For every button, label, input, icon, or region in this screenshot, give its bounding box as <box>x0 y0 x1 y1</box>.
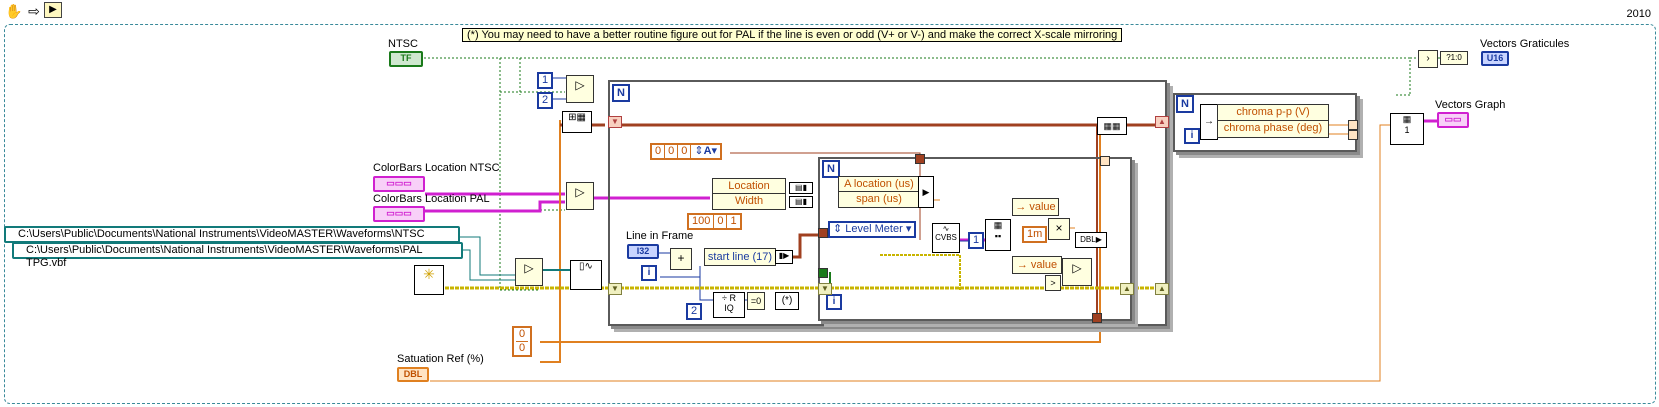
loop-n-right: N <box>1176 95 1194 113</box>
tpg-vi: ✳ <box>414 265 444 295</box>
bundle-a-node: ▶ <box>918 176 934 208</box>
colorbars-ntsc-control[interactable]: ▭▭▭ <box>373 176 425 192</box>
bundle-chroma-phase: chroma phase (deg) <box>1223 122 1323 134</box>
arr-0: 0 <box>714 215 728 228</box>
convert-node-2: ▤▮ <box>789 196 813 208</box>
convert-node-1: ▤▮ <box>789 182 813 194</box>
colorbars-ntsc-label: ColorBars Location NTSC <box>373 162 500 174</box>
tunnel-bottom <box>1092 313 1102 323</box>
loop-i-right: i <box>1184 128 1200 144</box>
value-node-b: → value <box>1012 256 1062 274</box>
shift-register-right: ▲ <box>1155 116 1169 128</box>
colorbars-pal-label: ColorBars Location PAL <box>373 193 490 205</box>
vectors-graph-label: Vectors Graph <box>1435 99 1506 111</box>
const-one[interactable]: 1 <box>537 72 554 89</box>
vectors-graticules-indicator: U16 <box>1481 51 1509 66</box>
multiply-node: × <box>1048 218 1070 240</box>
enum-val-0: 0 <box>652 145 666 158</box>
select-primitive-4: ▷ <box>1062 258 1092 286</box>
vectors-graticules-label: Vectors Graticules <box>1480 38 1570 50</box>
bundle-node-start: ▮▶ <box>775 250 793 264</box>
loop-i-inner: i <box>826 294 842 310</box>
loop-n-outer: N <box>612 84 630 102</box>
select-node: › <box>1418 50 1438 68</box>
select-primitive-1: ▷ <box>566 75 594 103</box>
equal-zero-node: =0 <box>747 292 765 310</box>
bundle-location: Location <box>713 179 785 194</box>
bundle-a-location-span: A location (us) span (us) <box>838 176 920 208</box>
saturation-ref-control[interactable]: DBL <box>397 367 429 382</box>
value-node-a: → value <box>1012 198 1059 216</box>
tunnel-chroma-1 <box>1348 120 1358 130</box>
shift-register-yellow-left: ▼ <box>608 283 622 295</box>
const-two[interactable]: 2 <box>537 92 554 109</box>
index-bundle-node: ▦▦ <box>1097 117 1127 135</box>
enum-constant[interactable]: 0 0 0 ⇕A▾ <box>650 143 723 160</box>
arr-100: 100 <box>689 215 715 228</box>
array-constant-100[interactable]: 100 0 1 <box>687 213 742 230</box>
index-array-node: ▦ ▪▪ <box>985 219 1011 251</box>
build-array-node: ⊞▦ <box>562 111 592 133</box>
vectors-graph-indicator: ▭▭ <box>1437 112 1469 128</box>
bundle-start-line: start line (17) <box>704 248 776 266</box>
inner-sr-left: ▼ <box>818 283 832 295</box>
vectors-graph-vi: ▦ 1 <box>1390 113 1424 145</box>
bundle-a-location: A location (us) <box>839 177 919 192</box>
const-zero-b: 0 <box>519 342 526 354</box>
ntsc-label: NTSC <box>388 38 418 50</box>
level-meter-text: Level Meter <box>845 223 903 235</box>
level-meter-enum[interactable]: ⇕ Level Meter ▾ <box>828 221 917 238</box>
saturation-ref-label: Satuation Ref (%) <box>397 353 484 365</box>
enum-val-1: 0 <box>665 145 679 158</box>
shift-register-yellow-right: ▲ <box>1155 283 1169 295</box>
const-zero-a: 0 <box>516 328 529 342</box>
add-node: + <box>670 248 692 270</box>
unbundle-node: → <box>1200 104 1218 140</box>
path-pal-constant[interactable]: C:\Users\Public\Documents\National Instr… <box>12 242 463 269</box>
value-a-text: value <box>1029 201 1056 213</box>
zero-constant-array[interactable]: 0 0 <box>512 326 533 357</box>
const-one-c[interactable]: 1 <box>968 232 985 249</box>
inner-sr-right: ▲ <box>1120 283 1134 295</box>
enum-select[interactable]: ⇕A▾ <box>691 145 720 158</box>
tunnel-start <box>818 228 828 238</box>
select-primitive-2: ▷ <box>566 182 594 210</box>
bool-to-num: ?1:0 <box>1440 51 1468 65</box>
const-two-b[interactable]: 2 <box>686 303 703 320</box>
loop-i-outer: i <box>641 265 657 281</box>
bundle-width: Width <box>734 195 764 207</box>
value-b-text: value <box>1030 259 1058 271</box>
cvbs-vi: ∿ CVBS <box>932 223 960 253</box>
compare-node: > <box>1045 275 1061 291</box>
path-ntsc-constant[interactable]: C:\Users\Public\Documents\National Instr… <box>4 226 460 253</box>
ntsc-control[interactable]: TF <box>389 51 423 67</box>
colorbars-pal-control[interactable]: ▭▭▭ <box>373 206 425 222</box>
arr-1: 1 <box>730 215 737 227</box>
bundle-span: span (us) <box>856 193 902 205</box>
bundle-chroma: chroma p-p (V) chroma phase (deg) <box>1217 104 1329 138</box>
tunnel-bool <box>818 268 828 278</box>
comment-note: (*) You may need to have a better routin… <box>462 28 1123 42</box>
quotient-remainder-node: ÷ R IQ <box>713 292 745 318</box>
shift-register-left: ▼ <box>608 116 622 128</box>
bundle-chroma-pp: chroma p-p (V) <box>1218 105 1328 121</box>
tunnel-enum <box>915 154 925 164</box>
line-in-frame-control[interactable]: I32 <box>627 244 659 259</box>
enum-val-2: 0 <box>678 145 692 158</box>
tunnel-top-right <box>1100 156 1110 166</box>
line-in-frame-label: Line in Frame <box>626 230 694 242</box>
tunnel-chroma-2 <box>1348 130 1358 140</box>
paren-star-constant: (*) <box>775 292 799 310</box>
const-one-m[interactable]: 1m <box>1022 226 1048 243</box>
load-waveform-vi: ▯∿ <box>570 260 602 290</box>
select-primitive-3: ▷ <box>515 258 543 286</box>
build-cluster-node: DBL▶ <box>1075 232 1107 248</box>
unbundle-location-width: Location Width <box>712 178 786 210</box>
